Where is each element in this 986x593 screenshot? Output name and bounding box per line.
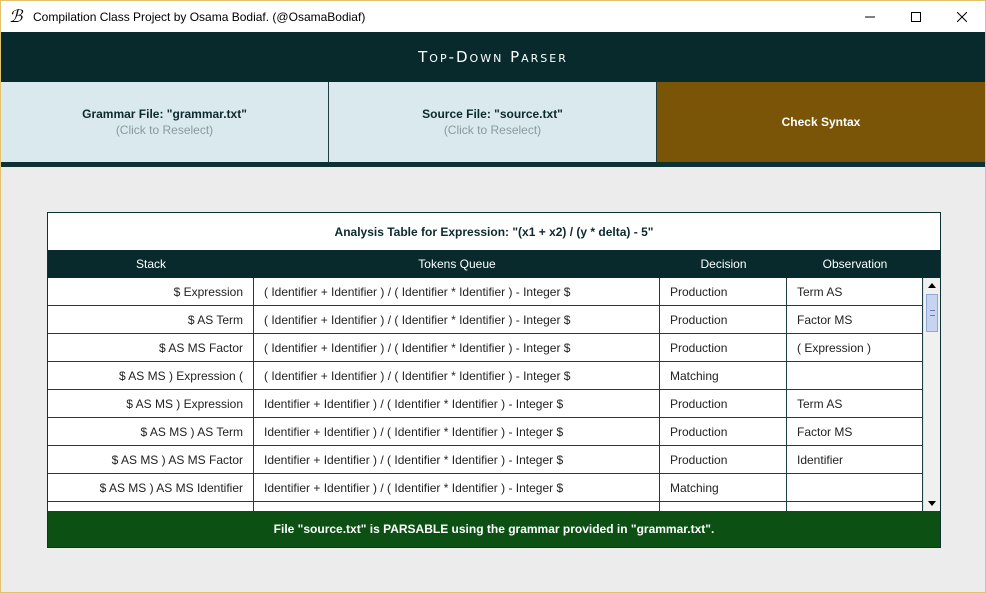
column-header-stack[interactable]: Stack [48, 250, 254, 278]
table-header: Stack Tokens Queue Decision Observation [48, 250, 940, 278]
analysis-table-panel: Analysis Table for Expression: "(x1 + x2… [47, 212, 941, 548]
stack-cell: $ AS MS ) AS MS Factor [48, 446, 254, 473]
page-title: Top-Down Parser [418, 48, 568, 66]
minimize-icon [865, 16, 875, 17]
stack-cell: $ AS Term [48, 306, 254, 333]
decision-cell: Production [660, 446, 787, 473]
tokens-queue-cell: ( Identifier + Identifier ) / ( Identifi… [254, 362, 660, 389]
source-file-button[interactable]: Source File: "source.txt" (Click to Rese… [329, 82, 657, 162]
tokens-queue-cell: Identifier + Identifier ) / ( Identifier… [254, 474, 660, 501]
source-file-label: Source File: "source.txt" [422, 107, 563, 121]
tokens-queue-cell: Identifier + Identifier ) / ( Identifier… [254, 390, 660, 417]
stack-cell: $ AS MS ) AS Term [48, 418, 254, 445]
window-title: Compilation Class Project by Osama Bodia… [33, 9, 366, 24]
column-header-decision[interactable]: Decision [660, 250, 787, 278]
close-button[interactable] [939, 1, 985, 32]
app-window: ℬ Compilation Class Project by Osama Bod… [0, 0, 986, 593]
decision-cell: Production [660, 306, 787, 333]
decision-cell: Matching [660, 362, 787, 389]
tokens-queue-cell: ( Identifier + Identifier ) / ( Identifi… [254, 334, 660, 361]
stack-cell: $ AS MS ) Expression ( [48, 362, 254, 389]
table-row[interactable]: $ AS Term ( Identifier + Identifier ) / … [48, 306, 940, 334]
window-controls [847, 1, 985, 32]
decision-cell: Production [660, 278, 787, 305]
stack-cell: $ AS MS Factor [48, 334, 254, 361]
table-row[interactable]: $ AS MS ) Expression Identifier + Identi… [48, 390, 940, 418]
maximize-button[interactable] [893, 1, 939, 32]
source-file-hint: (Click to Reselect) [443, 123, 542, 137]
tokens-queue-cell [254, 502, 660, 511]
tokens-queue-cell: Identifier + Identifier ) / ( Identifier… [254, 418, 660, 445]
table-row[interactable]: $ AS MS ) AS MS Identifier Identifier + … [48, 474, 940, 502]
observation-cell: Term AS [787, 390, 923, 417]
decision-cell: Matching [660, 474, 787, 501]
observation-cell: ( Expression ) [787, 334, 923, 361]
tokens-queue-cell: ( Identifier + Identifier ) / ( Identifi… [254, 306, 660, 333]
observation-cell [787, 502, 923, 511]
decision-cell: Production [660, 418, 787, 445]
status-bar: File "source.txt" is PARSABLE using the … [48, 511, 940, 547]
observation-cell: Term AS [787, 278, 923, 305]
stack-cell [48, 502, 254, 511]
scroll-down-button[interactable] [924, 496, 940, 511]
table-row[interactable]: $ AS MS Factor ( Identifier + Identifier… [48, 334, 940, 362]
grip-icon [930, 310, 935, 316]
decision-cell [660, 502, 787, 511]
minimize-button[interactable] [847, 1, 893, 32]
table-row[interactable] [48, 502, 940, 511]
observation-cell [787, 362, 923, 389]
title-bar: ℬ Compilation Class Project by Osama Bod… [1, 1, 985, 32]
app-logo-icon: ℬ [9, 6, 23, 27]
stack-cell: $ AS MS ) Expression [48, 390, 254, 417]
grammar-file-button[interactable]: Grammar File: "grammar.txt" (Click to Re… [1, 82, 329, 162]
tokens-queue-cell: Identifier + Identifier ) / ( Identifier… [254, 446, 660, 473]
action-button-row: Grammar File: "grammar.txt" (Click to Re… [1, 82, 985, 162]
vertical-scrollbar[interactable] [923, 278, 940, 511]
grammar-file-label: Grammar File: "grammar.txt" [82, 107, 247, 121]
scroll-up-button[interactable] [924, 278, 940, 293]
observation-cell: Identifier [787, 446, 923, 473]
tokens-queue-cell: ( Identifier + Identifier ) / ( Identifi… [254, 278, 660, 305]
table-body: $ Expression ( Identifier + Identifier )… [48, 278, 940, 511]
check-syntax-label: Check Syntax [781, 115, 861, 129]
maximize-icon [911, 11, 921, 22]
app-header: Top-Down Parser [1, 32, 985, 82]
decision-cell: Production [660, 334, 787, 361]
decision-cell: Production [660, 390, 787, 417]
check-syntax-button[interactable]: Check Syntax [657, 82, 985, 162]
table-caption: Analysis Table for Expression: "(x1 + x2… [48, 213, 940, 250]
scroll-up-arrow-icon [928, 283, 936, 288]
table-row[interactable]: $ AS MS ) Expression ( ( Identifier + Id… [48, 362, 940, 390]
table-row[interactable]: $ Expression ( Identifier + Identifier )… [48, 278, 940, 306]
scrollbar-thumb[interactable] [926, 294, 938, 332]
close-icon [957, 11, 967, 22]
button-row-divider [1, 162, 985, 167]
observation-cell: Factor MS [787, 306, 923, 333]
observation-cell: Factor MS [787, 418, 923, 445]
table-row[interactable]: $ AS MS ) AS Term Identifier + Identifie… [48, 418, 940, 446]
grammar-file-hint: (Click to Reselect) [115, 123, 214, 137]
column-header-tokens-queue[interactable]: Tokens Queue [254, 250, 660, 278]
stack-cell: $ Expression [48, 278, 254, 305]
stack-cell: $ AS MS ) AS MS Identifier [48, 474, 254, 501]
table-row[interactable]: $ AS MS ) AS MS Factor Identifier + Iden… [48, 446, 940, 474]
observation-cell [787, 474, 923, 501]
column-header-observation[interactable]: Observation [787, 250, 923, 278]
scroll-down-arrow-icon [928, 501, 936, 506]
